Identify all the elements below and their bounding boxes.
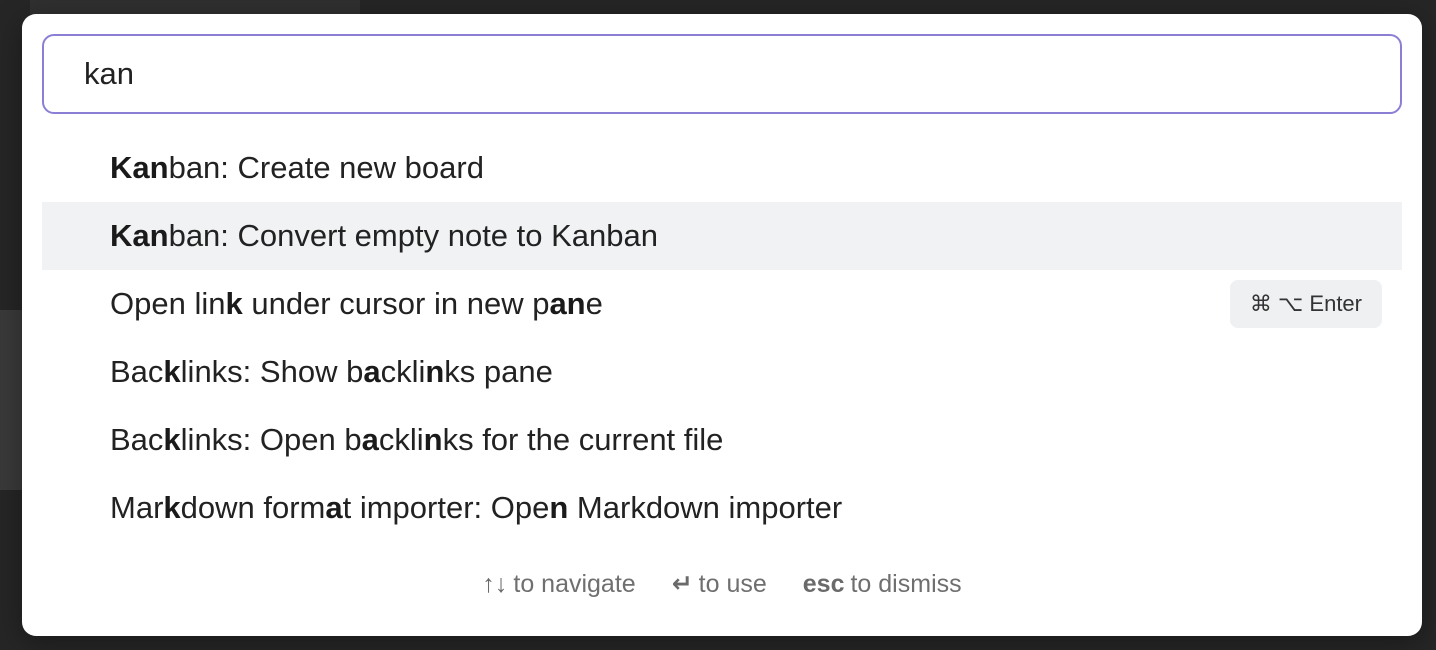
match-highlight: a [363, 354, 381, 389]
match-highlight: n [425, 354, 445, 389]
instruction-purpose: to use [698, 570, 767, 598]
background-sidebar [0, 310, 22, 490]
instruction-command: ↵ [671, 570, 693, 598]
match-highlight: k [163, 490, 181, 525]
instruction-item: ↵ to use [672, 569, 767, 599]
suggestion-item[interactable]: Open link under cursor in new pane ⌘ ⌥ En… [42, 270, 1402, 338]
suggestion-item[interactable]: Backlinks: Show backlinks pane [42, 338, 1402, 406]
instruction-item: ↑↓ to navigate [482, 570, 635, 599]
instruction-item: esc to dismiss [803, 570, 962, 599]
suggestion-text: ks pane [444, 354, 553, 389]
match-highlight: n [549, 490, 569, 525]
suggestion-text: down form [180, 490, 326, 525]
suggestion-text: Open lin [110, 286, 226, 321]
suggestion-text: Bac [110, 422, 164, 457]
match-highlight: k [163, 354, 181, 389]
hotkey-badge: ⌘ ⌥ Enter [1229, 280, 1382, 328]
background-toolbar [30, 0, 360, 14]
suggestion-text: e [585, 286, 603, 321]
match-highlight: a [325, 490, 343, 525]
suggestion-text: ckli [380, 354, 426, 389]
suggestion-text: links: Open b [180, 422, 362, 457]
command-palette: Kanban: Create new boardKanban: Convert … [22, 14, 1422, 636]
suggestion-text: Markdown importer [568, 490, 843, 525]
suggestion-item[interactable]: Kanban: Convert empty note to Kanban [42, 202, 1402, 270]
suggestion-item[interactable]: Backlinks: Open backlinks for the curren… [42, 406, 1402, 474]
suggestion-text: Bac [110, 354, 164, 389]
match-highlight: k [225, 286, 243, 321]
suggestion-text: ks for the current file [442, 422, 724, 457]
instruction-purpose: to dismiss [850, 570, 962, 598]
command-search-input[interactable] [42, 34, 1402, 114]
suggestion-text: under cursor in new p [242, 286, 550, 321]
match-highlight: a [361, 422, 379, 457]
match-highlight: n [423, 422, 443, 457]
instruction-command: ↑↓ [482, 570, 508, 598]
instruction-command: esc [802, 570, 845, 598]
suggestion-text: links: Show b [180, 354, 364, 389]
match-highlight: k [163, 422, 181, 457]
suggestion-item[interactable]: Kanban: Create new board [42, 134, 1402, 202]
match-highlight: an [549, 286, 586, 321]
suggestion-text: ban: Convert empty note to Kanban [168, 218, 659, 253]
prompt-instructions: ↑↓ to navigate ↵ to use esc to dismiss [22, 569, 1422, 599]
suggestion-text: ckli [378, 422, 424, 457]
match-highlight: Kan [110, 150, 169, 185]
suggestion-text: Mar [110, 490, 164, 525]
suggestion-text: t importer: Ope [342, 490, 550, 525]
suggestion-list: Kanban: Create new board Kanban: Convert … [42, 134, 1402, 542]
instruction-purpose: to navigate [513, 570, 636, 598]
suggestion-text: ban: Create new board [168, 150, 484, 185]
suggestion-item[interactable]: Markdown format importer: Open Markdown … [42, 474, 1402, 542]
match-highlight: Kan [110, 218, 169, 253]
